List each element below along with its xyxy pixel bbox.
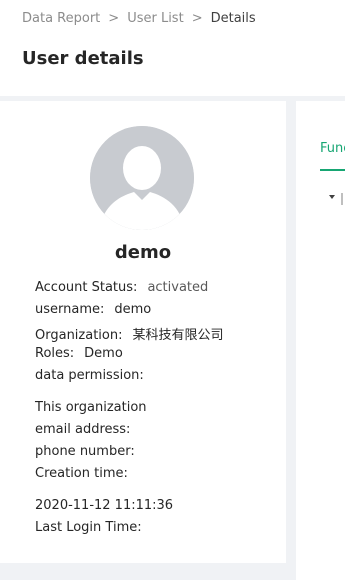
username-value: demo [114,302,152,317]
email-label: email address: [35,422,131,437]
data-permission-label: data permission: [35,368,144,383]
organization-row: Organization: 某科技有限公司 [35,324,224,343]
roles-label: Roles: [35,346,75,361]
breadcrumb-separator: > [191,11,203,26]
user-avatar-placeholder-icon [90,126,194,230]
user-name: demo [114,242,172,263]
account-status-label: Account Status: [35,280,138,295]
breadcrumb-separator: > [108,11,120,26]
roles-row: Roles: Demo [35,346,123,361]
permissions-card: Func [296,101,345,580]
data-permission-value: This organization [35,400,147,415]
breadcrumb-item-user-list[interactable]: User List [127,11,184,26]
caret-down-icon[interactable] [329,195,335,199]
tree-node-checkbox[interactable] [341,193,343,205]
account-status-value: activated [147,280,209,295]
organization-value: 某科技有限公司 [132,328,224,343]
page-title: User details [22,48,144,69]
roles-value: Demo [84,346,123,361]
page-header: Data Report > User List > Details User detai… [0,0,345,96]
breadcrumb-current: Details [210,11,256,26]
active-tab-indicator [320,169,345,171]
account-status-row: Account Status: activated [35,280,208,295]
breadcrumb: Data Report > User List > Details [22,11,256,26]
username-row: username: demo [35,302,151,317]
creation-time-value: 2020-11-12 11:11:36 [35,498,174,513]
last-login-label: Last Login Time: [35,520,142,535]
tab-functions[interactable]: Func [320,141,345,156]
organization-label: Organization: [35,328,123,343]
creation-time-label: Creation time: [35,466,128,481]
phone-label: phone number: [35,444,135,459]
username-label: username: [35,302,105,317]
breadcrumb-item-data-report[interactable]: Data Report [22,11,100,26]
